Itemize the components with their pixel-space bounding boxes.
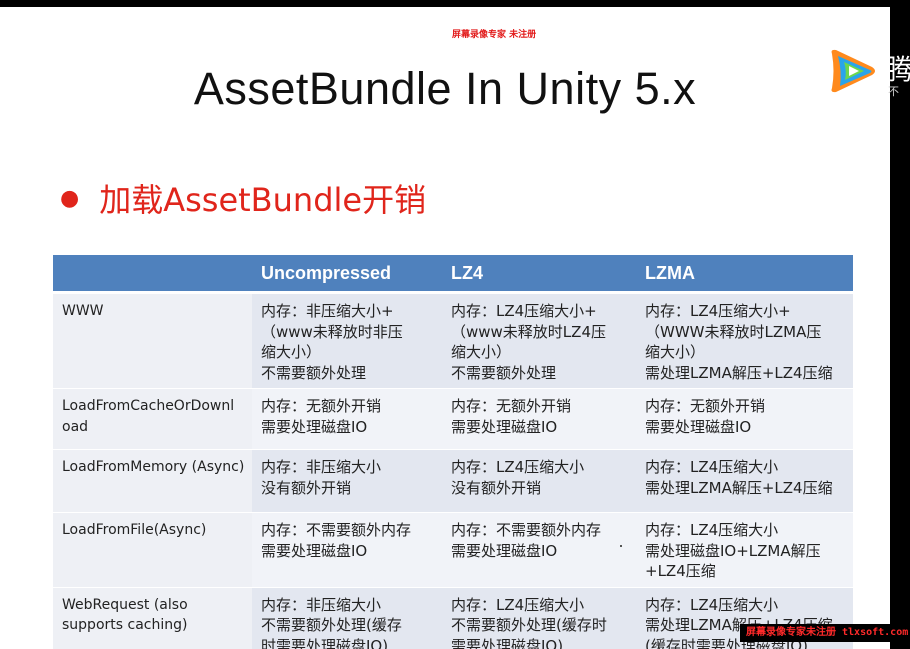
side-overlay-sub: 不 [888, 85, 899, 98]
table-header-row: Uncompressed LZ4 LZMA [53, 255, 853, 294]
cell-lzma: 内存：LZ4压缩大小 需处理磁盘IO+LZMA解压 +LZ4压缩 [636, 512, 853, 588]
watermark-top: 屏幕录像专家 未注册 [452, 30, 537, 40]
side-overlay-char: 腾 [885, 53, 910, 86]
slide-title: AssetBundle In Unity 5.x [193, 63, 697, 114]
row-header-www: WWW [53, 292, 252, 389]
slide: 屏幕录像专家 未注册 AssetBundle In Unity 5.x ● 加载… [0, 7, 890, 649]
row-header-webrequest: WebRequest (also supports caching) [53, 587, 252, 649]
bullet-heading: ● 加载AssetBundle开销 [60, 175, 426, 221]
table-row: WWW 内存：非压缩大小+ （www未释放时非压 缩大小） 不需要额外处理 内存… [53, 292, 853, 389]
header-lzma: LZMA [636, 255, 853, 294]
watermark-bottom: 屏幕录像专家未注册 tlxsoft.com [740, 624, 910, 642]
table-row: LoadFromCacheOrDownl oad 内存：无额外开销 需要处理磁盘… [53, 388, 853, 450]
header-lz4: LZ4 [442, 255, 636, 294]
cell-lz4: 内存：无额外开销 需要处理磁盘IO [442, 388, 636, 450]
cell-lz4: 内存：LZ4压缩大小 没有额外开销 [442, 449, 636, 513]
cell-uncompressed: 内存：非压缩大小 不需要额外处理(缓存 时需要处理磁盘IO) [252, 587, 442, 649]
cell-lz4: 内存：LZ4压缩大小+ （www未释放时LZ4压 缩大小） 不需要额外处理 [442, 292, 636, 389]
cell-lz4: 内存：LZ4压缩大小 不需要额外处理(缓存时 需要处理磁盘IO) [442, 587, 636, 649]
row-header-loadfromcacheordownload: LoadFromCacheOrDownl oad [53, 388, 252, 450]
cell-uncompressed: 内存：无额外开销 需要处理磁盘IO [252, 388, 442, 450]
cell-lzma: 内存：LZ4压缩大小 需处理LZMA解压+LZ4压缩 [636, 449, 853, 513]
header-uncompressed: Uncompressed [252, 255, 442, 294]
cell-uncompressed: 内存：不需要额外内存 需要处理磁盘IO [252, 512, 442, 588]
comparison-table: Uncompressed LZ4 LZMA WWW 内存：非压缩大小+ （www… [53, 255, 853, 649]
table-row: WebRequest (also supports caching) 内存：非压… [53, 587, 853, 649]
cell-uncompressed: 内存：非压缩大小+ （www未释放时非压 缩大小） 不需要额外处理 [252, 292, 442, 389]
bullet-text: 加载AssetBundle开销 [99, 181, 427, 219]
row-header-loadfromfile: LoadFromFile(Async) [53, 512, 252, 588]
table-row: LoadFromFile(Async) 内存：不需要额外内存 需要处理磁盘IO … [53, 512, 853, 588]
table-row: LoadFromMemory (Async) 内存：非压缩大小 没有额外开销 内… [53, 449, 853, 513]
cell-lzma: 内存：LZ4压缩大小+ （WWW未释放时LZMA压 缩大小） 需处理LZMA解压… [636, 292, 853, 389]
stray-dot [620, 545, 622, 547]
bullet-dot-icon: ● [60, 185, 80, 211]
cell-lzma: 内存：无额外开销 需要处理磁盘IO [636, 388, 853, 450]
header-empty [53, 255, 252, 294]
row-header-loadfrommemory: LoadFromMemory (Async) [53, 449, 252, 513]
cell-lz4: 内存：不需要额外内存 需要处理磁盘IO [442, 512, 636, 588]
cell-uncompressed: 内存：非压缩大小 没有额外开销 [252, 449, 442, 513]
tencent-video-logo-icon[interactable] [826, 46, 882, 96]
